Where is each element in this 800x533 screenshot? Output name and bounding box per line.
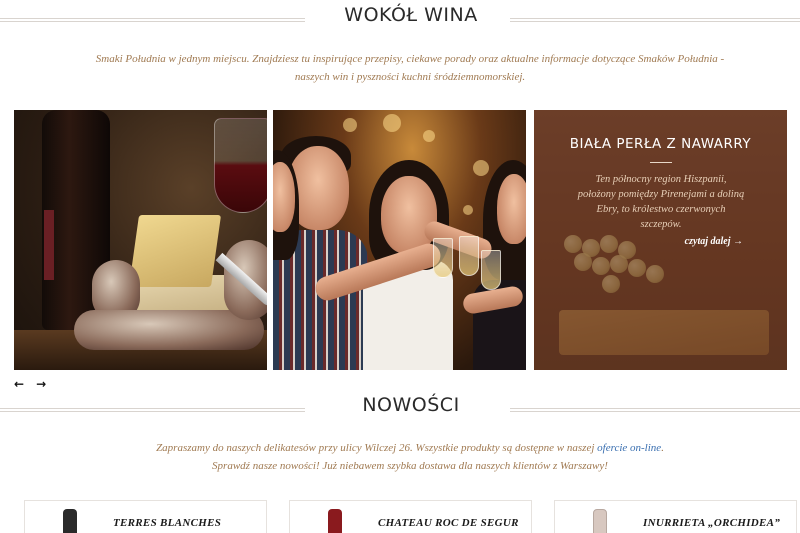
woman-center-face <box>381 176 437 254</box>
champagne-glass <box>459 236 479 276</box>
wine-section-title: WOKÓŁ WINA <box>344 4 478 26</box>
wine-glass <box>214 118 267 213</box>
product-bottle-image <box>63 509 77 533</box>
champagne-glass <box>433 238 453 278</box>
read-more-link[interactable]: czytaj dalej → <box>685 236 743 247</box>
bokeh-light <box>343 118 357 132</box>
news-section-heading: NOWOŚCI <box>0 390 800 426</box>
bokeh-light <box>473 160 489 176</box>
product-card[interactable]: INURRIETA „ORCHIDEA” <box>554 500 797 533</box>
bokeh-light <box>463 205 473 215</box>
news-section-intro: Zapraszamy do naszych delikatesów przy u… <box>90 439 730 475</box>
news-section-title: NOWOŚCI <box>362 394 460 416</box>
online-offer-link[interactable]: ofercie on-line <box>597 442 661 454</box>
champagne-glass <box>481 250 501 290</box>
product-name[interactable]: TERRES BLANCHES <box>113 517 221 529</box>
product-name[interactable]: INURRIETA „ORCHIDEA” <box>643 517 780 529</box>
featured-divider <box>650 162 672 163</box>
cheese-wedge <box>128 215 222 287</box>
product-card[interactable]: TERRES BLANCHES <box>24 500 267 533</box>
wine-section-intro: Smaki Południa w jednym miejscu. Znajdzi… <box>95 53 725 83</box>
arrow-left-icon[interactable]: ← <box>14 377 24 391</box>
news-intro-text-end: . <box>661 442 664 454</box>
product-name[interactable]: CHATEAU ROC DE SEGUR <box>378 517 519 529</box>
featured-title[interactable]: BIAŁA PERŁA Z NAWARRY <box>534 136 787 152</box>
slider-tile-featured-article[interactable]: BIAŁA PERŁA Z NAWARRY Ten północny regio… <box>534 110 787 370</box>
arrow-right-icon[interactable]: → <box>36 377 46 391</box>
product-bottle-image <box>593 509 607 533</box>
wine-section-heading: WOKÓŁ WINA <box>0 0 800 36</box>
product-bottle-image <box>328 509 342 533</box>
news-intro-text: Zapraszamy do naszych delikatesów przy u… <box>156 442 598 454</box>
featured-text: Ten północny region Hiszpanii, położony … <box>577 174 745 230</box>
woman-right-face <box>497 174 526 244</box>
product-card[interactable]: CHATEAU ROC DE SEGUR <box>289 500 532 533</box>
bokeh-light <box>423 130 435 142</box>
bokeh-light <box>383 114 401 132</box>
slider-arrows: ← → <box>14 377 46 391</box>
slider-tile-friends-toast[interactable] <box>273 110 526 370</box>
slider-tile-wine-cheese[interactable] <box>14 110 267 370</box>
news-intro-line2: Sprawdź nasze nowości! Już niebawem szyb… <box>212 460 608 472</box>
wine-bottle-label <box>44 210 54 280</box>
